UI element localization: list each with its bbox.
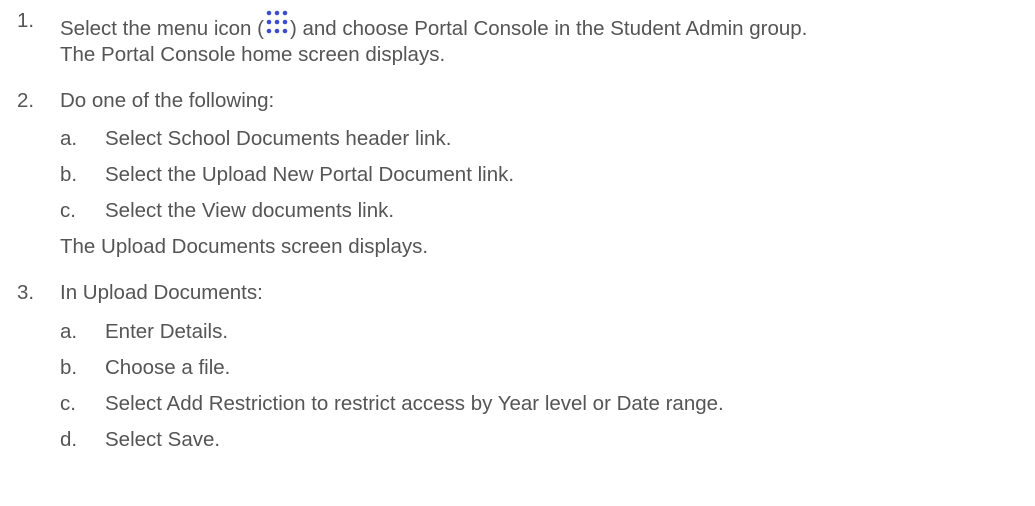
step-1-text-before-icon: Select the menu icon (: [60, 17, 264, 40]
step-3-number: 3.: [17, 281, 35, 304]
step-2b-text: Select the Upload New Portal Document li…: [105, 163, 515, 186]
step-1-text-after-icon: ) and choose Portal Console in the Stude…: [289, 17, 808, 40]
grid-dots-icon: [265, 9, 289, 43]
step-3a-letter: a.: [60, 320, 78, 343]
step-3d-text: Select Save.: [105, 428, 221, 451]
step-2c-text: Select the View documents link.: [105, 199, 395, 222]
step-3d-letter: d.: [60, 428, 78, 451]
step-1-number: 1.: [17, 9, 35, 32]
step-3c-text: Select Add Restriction to restrict acces…: [105, 392, 724, 415]
step-3-text: In Upload Documents:: [60, 281, 263, 304]
step-2-text: Do one of the following:: [60, 89, 275, 112]
step-2c-letter: c.: [60, 199, 76, 222]
step-1-text: Select the menu icon ( ) and choose Port…: [60, 9, 807, 43]
step-2a-letter: a.: [60, 127, 78, 150]
step-2-number: 2.: [17, 89, 35, 112]
step-3a-text: Enter Details.: [105, 320, 229, 343]
step-2b-letter: b.: [60, 163, 78, 186]
step-3b-text: Choose a file.: [105, 356, 231, 379]
step-2-result: The Upload Documents screen displays.: [60, 235, 429, 258]
step-2a-text: Select School Documents header link.: [105, 127, 452, 150]
step-3c-letter: c.: [60, 392, 76, 415]
step-1-result: The Portal Console home screen displays.: [60, 43, 446, 66]
step-3b-letter: b.: [60, 356, 78, 379]
